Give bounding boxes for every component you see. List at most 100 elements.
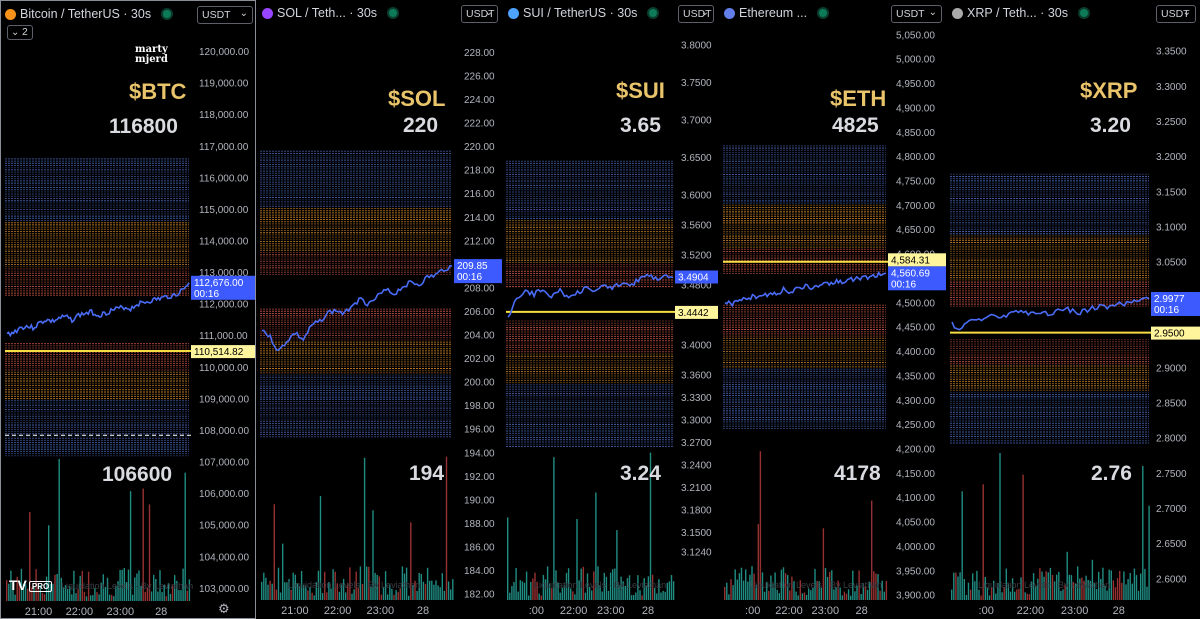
volume-bar xyxy=(740,567,743,600)
volume-bar xyxy=(883,591,885,600)
volume-bar xyxy=(641,595,643,600)
y-axis-tick-label: 4,100.00 xyxy=(896,493,935,504)
volume-bar xyxy=(732,585,734,600)
chart-canvas[interactable]: 228.00 226.00 224.00 222.00 220.00 218.00 216.… xyxy=(258,0,502,619)
x-axis-tick-label: :00 xyxy=(979,605,994,617)
volume-bar xyxy=(279,592,282,600)
volume-bar xyxy=(591,590,593,600)
y-axis-tick-label: 4,400.00 xyxy=(896,347,935,358)
y-axis-tick-label: 4,350.00 xyxy=(896,371,935,382)
coin-logo-icon xyxy=(262,7,273,19)
market-status-icon xyxy=(163,10,172,18)
upper-liquidation-label: 220 xyxy=(403,114,439,137)
volume-bar xyxy=(439,587,441,600)
chart-header[interactable]: SUI / TetherUS · 30s xyxy=(508,3,658,23)
y-axis-tick-label: 4,750.00 xyxy=(896,177,935,188)
chart-panel-xrp[interactable]: 3.3500 3.3000 3.2500 3.2000 3.1500 3.1000 3.05… xyxy=(948,0,1200,619)
chart-panel-sui[interactable]: 3.8000 3.7500 3.7000 3.6500 3.6000 3.5600 3.52… xyxy=(504,0,718,619)
volume-bar xyxy=(961,491,963,600)
volume-bar xyxy=(515,568,517,600)
volume-bar xyxy=(313,595,315,600)
y-axis-tick-label: 182.00 xyxy=(464,590,495,601)
volume-bar xyxy=(559,592,561,600)
currency-select[interactable]: USDT ⌄ xyxy=(678,5,714,23)
volume-bar xyxy=(570,588,572,600)
upper-liquidation-label: 3.65 xyxy=(620,114,661,137)
indicator-label: Liquidation Levels · By Leviathan xyxy=(534,580,667,590)
volume-bar xyxy=(521,581,524,600)
liquidation-heatmap-band xyxy=(260,308,452,438)
volume-bar xyxy=(523,582,526,600)
liquidation-heatmap-band xyxy=(506,160,673,288)
y-axis-tick-label: 120,000.00 xyxy=(199,47,249,58)
y-axis-tick-label: 109,000.00 xyxy=(199,394,249,405)
chart-canvas[interactable]: 3.8000 3.7500 3.7000 3.6500 3.6000 3.5600 3.52… xyxy=(504,0,718,619)
chart-header[interactable]: SOL / Teth... · 30s xyxy=(262,3,398,23)
chart-panel-sol[interactable]: 228.00 226.00 224.00 222.00 220.00 218.00 216.… xyxy=(258,0,502,619)
chart-header[interactable]: Bitcoin / TetherUS · 30s xyxy=(5,4,172,24)
volume-bar xyxy=(1135,575,1138,600)
chart-header[interactable]: Ethereum ... xyxy=(724,3,828,23)
chart-panel-btc[interactable]: 120,000.00 119,000.00 118,000.00 117,000.00… xyxy=(0,0,256,619)
y-axis-tick-label: 4,800.00 xyxy=(896,152,935,163)
currency-select[interactable]: USDT ⌄ xyxy=(461,5,498,23)
price-line xyxy=(724,270,887,308)
currency-select[interactable]: USDT ⌄ xyxy=(1156,5,1196,23)
volume-bar xyxy=(730,579,732,600)
market-status-icon xyxy=(819,9,828,17)
volume-bar xyxy=(1014,591,1016,600)
symbol-title[interactable]: SOL / Teth... · 30s xyxy=(277,6,377,20)
y-axis-tick-label: 3.3500 xyxy=(1156,47,1187,58)
volume-bar xyxy=(1121,582,1123,600)
symbol-title[interactable]: Bitcoin / TetherUS · 30s xyxy=(20,7,151,21)
volume-bar xyxy=(1060,591,1062,600)
y-axis-tick-label: 204.00 xyxy=(464,331,495,342)
chevron-down-icon: ⌄ xyxy=(928,7,937,18)
upper-liquidation-label: 3.20 xyxy=(1090,114,1131,137)
liquidation-heatmap-band xyxy=(723,145,886,274)
chart-panel-eth[interactable]: 5,050.00 5,000.00 4,950.00 4,900.00 4,850.00… xyxy=(720,0,946,619)
volume-bar xyxy=(797,595,799,600)
y-axis-tick-label: 105,000.00 xyxy=(199,521,249,532)
volume-bar xyxy=(41,592,44,601)
volume-bar xyxy=(803,592,806,600)
collapse-indicators-button[interactable]: ⌄ 2 xyxy=(7,25,33,40)
volume-bar xyxy=(660,592,662,600)
current-price-tag: 3.4904 xyxy=(675,270,718,284)
currency-select[interactable]: USDT ⌄ xyxy=(891,5,942,23)
symbol-title[interactable]: Ethereum ... xyxy=(739,6,807,20)
volume-bar xyxy=(808,588,810,600)
y-axis-tick-label: 3.1000 xyxy=(1156,223,1187,234)
chart-canvas[interactable]: 3.3500 3.3000 3.2500 3.2000 3.1500 3.1000 3.05… xyxy=(948,0,1200,619)
volume-bar xyxy=(380,594,383,600)
volume-bar xyxy=(85,596,88,601)
gear-icon[interactable]: ⚙ xyxy=(218,601,230,617)
volume-bar xyxy=(574,594,576,600)
volume-bar xyxy=(885,580,888,600)
volume-bar xyxy=(507,517,509,600)
current-price-tag: 4,560.6900:16 xyxy=(888,266,946,291)
countdown-label: 00:16 xyxy=(1154,305,1179,316)
currency-select[interactable]: USDT ⌄ xyxy=(197,6,253,24)
volume-bar xyxy=(90,595,92,601)
volume-bar xyxy=(742,580,745,600)
chart-header[interactable]: XRP / Teth... · 30s xyxy=(952,3,1088,23)
liquidation-heatmap-band xyxy=(506,320,673,447)
y-axis-tick-label: 4,300.00 xyxy=(896,396,935,407)
watermark-line-2: mjerd xyxy=(135,54,168,65)
x-axis-tick-label: 22:00 xyxy=(560,605,588,617)
symbol-title[interactable]: XRP / Teth... · 30s xyxy=(967,6,1068,20)
volume-bar xyxy=(843,591,846,600)
price-level-tag: 4,584.31 xyxy=(888,253,946,267)
countdown-label: 00:16 xyxy=(891,279,916,290)
volume-bar xyxy=(435,580,437,600)
symbol-title[interactable]: SUI / TetherUS · 30s xyxy=(523,6,637,20)
volume-bar xyxy=(967,582,970,600)
symbol-annotation: $SUI xyxy=(616,78,665,103)
volume-bar xyxy=(83,591,86,601)
y-axis-tick-label: 5,000.00 xyxy=(896,55,935,66)
volume-bar xyxy=(275,589,278,600)
volume-bar xyxy=(789,590,791,600)
volume-bar xyxy=(630,595,633,600)
y-axis-tick-label: 3.6000 xyxy=(681,191,712,202)
